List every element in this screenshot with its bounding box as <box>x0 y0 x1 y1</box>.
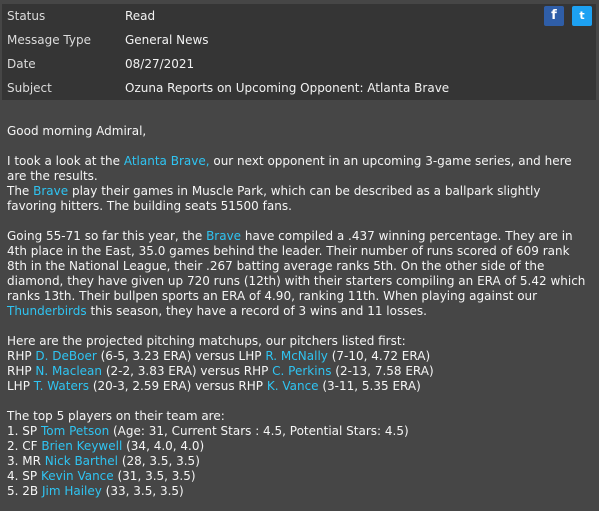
link-thunderbirds[interactable]: Thunderbirds <box>7 304 87 318</box>
matchup-row: LHP T. Waters (20-3, 2.59 ERA) versus RH… <box>7 379 592 394</box>
message-type-value: General News <box>125 33 209 47</box>
link-player[interactable]: Tom Petson <box>41 424 109 438</box>
link-pitcher[interactable]: D. DeBoer <box>35 349 96 363</box>
top-players-intro: The top 5 players on their team are: <box>7 409 225 423</box>
link-pitcher[interactable]: K. Vance <box>267 379 319 393</box>
message-body: Good morning Admiral, I took a look at t… <box>7 124 592 499</box>
p2-text-a: The <box>7 184 34 198</box>
matchup-stats: (2-2, 3.83 ERA) versus RHP <box>102 364 273 378</box>
paragraph-3: Going 55-71 so far this year, the Brave … <box>7 229 592 319</box>
date-row: Date 08/27/2021 <box>2 52 542 76</box>
p1-text-a: I took a look at the <box>7 154 124 168</box>
link-pitcher[interactable]: N. Maclean <box>35 364 102 378</box>
date-value: 08/27/2021 <box>125 57 195 71</box>
p2-text-b: play their games in Muscle Park, which c… <box>7 184 541 213</box>
link-brave-2[interactable]: Brave <box>206 229 241 243</box>
link-player[interactable]: Nick Barthel <box>45 454 118 468</box>
p3-text-a: Going 55-71 so far this year, the <box>7 229 207 243</box>
twitter-share-icon[interactable]: t <box>572 6 592 26</box>
top-player-row: 5. 2B Jim Hailey (33, 3.5, 3.5) <box>7 484 592 499</box>
subject-label: Subject <box>7 81 52 95</box>
player-stats: (31, 3.5, 3.5) <box>113 469 196 483</box>
matchup-stats: (3-11, 5.35 ERA) <box>318 379 421 393</box>
link-pitcher[interactable]: R. McNally <box>265 349 328 363</box>
matchup-row: RHP N. Maclean (2-2, 3.83 ERA) versus RH… <box>7 364 592 379</box>
status-label: Status <box>7 9 46 23</box>
player-stats: (28, 3.5, 3.5) <box>118 454 200 468</box>
link-brave[interactable]: Brave <box>33 184 68 198</box>
facebook-share-icon[interactable]: f <box>544 6 564 26</box>
link-pitcher[interactable]: C. Perkins <box>272 364 331 378</box>
player-rank-pos: 1. SP <box>7 424 41 438</box>
matchup-hand: RHP <box>7 349 36 363</box>
subject-row: Subject Ozuna Reports on Upcoming Oppone… <box>2 76 542 100</box>
link-pitcher[interactable]: T. Waters <box>34 379 89 393</box>
message-type-label: Message Type <box>7 33 91 47</box>
greeting: Good morning Admiral, <box>7 124 147 138</box>
message-type-row: Message Type General News <box>2 28 542 52</box>
matchup-row: RHP D. DeBoer (6-5, 3.23 ERA) versus LHP… <box>7 349 592 364</box>
link-player[interactable]: Jim Hailey <box>42 484 102 498</box>
player-rank-pos: 5. 2B <box>7 484 42 498</box>
paragraph-2: The Brave play their games in Muscle Par… <box>7 184 592 214</box>
status-value: Read <box>125 9 156 23</box>
player-stats: (33, 3.5, 3.5) <box>101 484 184 498</box>
link-player[interactable]: Brien Keywell <box>41 439 122 453</box>
matchup-stats: (2-13, 7.58 ERA) <box>331 364 434 378</box>
subject-value: Ozuna Reports on Upcoming Opponent: Atla… <box>125 81 450 95</box>
status-row: Status Read <box>2 4 542 28</box>
date-label: Date <box>7 57 36 71</box>
top-player-row: 3. MR Nick Barthel (28, 3.5, 3.5) <box>7 454 592 469</box>
top-player-row: 1. SP Tom Petson (Age: 31, Current Stars… <box>7 424 592 439</box>
matchup-stats: (6-5, 3.23 ERA) versus LHP <box>96 349 266 363</box>
matchup-stats: (20-3, 2.59 ERA) versus RHP <box>89 379 267 393</box>
paragraph-1: I took a look at the Atlanta Brave, our … <box>7 154 592 184</box>
matchup-hand: LHP <box>7 379 34 393</box>
player-stats: (34, 4.0, 4.0) <box>122 439 205 453</box>
player-stats: (Age: 31, Current Stars : 4.5, Potential… <box>109 424 409 438</box>
matchup-stats: (7-10, 4.72 ERA) <box>327 349 431 363</box>
link-atlanta-brave[interactable]: Atlanta Brave, <box>124 154 210 168</box>
link-player[interactable]: Kevin Vance <box>41 469 114 483</box>
top-player-row: 4. SP Kevin Vance (31, 3.5, 3.5) <box>7 469 592 484</box>
message-header: Status Read Message Type General News Da… <box>2 4 596 100</box>
matchups-intro: Here are the projected pitching matchups… <box>7 334 406 348</box>
player-rank-pos: 4. SP <box>7 469 41 483</box>
matchup-hand: RHP <box>7 364 36 378</box>
player-rank-pos: 2. CF <box>7 439 42 453</box>
top-player-row: 2. CF Brien Keywell (34, 4.0, 4.0) <box>7 439 592 454</box>
p3-text-c: this season, they have a record of 3 win… <box>86 304 427 318</box>
player-rank-pos: 3. MR <box>7 454 45 468</box>
